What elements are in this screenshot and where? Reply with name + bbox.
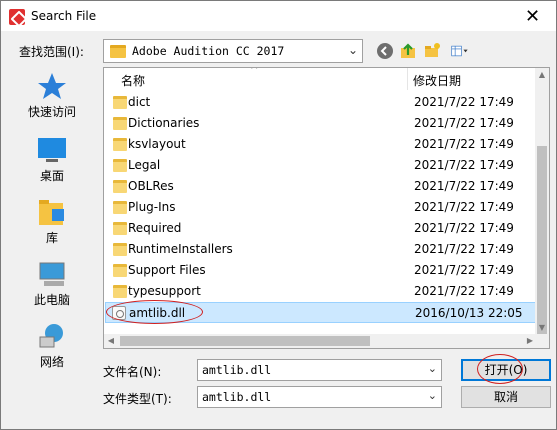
search-file-dialog: Search File ✕ 查找范围(I): Adobe Audition CC… <box>0 0 557 430</box>
chevron-down-icon[interactable]: ⌄ <box>428 362 437 375</box>
filename-value: amtlib.dll <box>202 363 272 377</box>
scroll-thumb[interactable] <box>537 146 547 334</box>
place-label: 网络 <box>39 355 64 369</box>
scroll-thumb[interactable] <box>120 336 370 346</box>
lookin-value: Adobe Audition CC 2017 <box>132 44 285 58</box>
place-quick-access[interactable]: 快速访问 <box>7 67 97 127</box>
title-bar: Search File ✕ <box>1 1 556 31</box>
list-item-selected[interactable]: amtlib.dll 2016/10/13 22:05 <box>105 302 537 323</box>
place-network[interactable]: 网络 <box>7 317 97 377</box>
vertical-scrollbar[interactable]: ▲ ▼ <box>535 68 549 335</box>
filename-field[interactable]: amtlib.dll ⌄ <box>197 359 442 381</box>
folder-icon <box>113 222 127 235</box>
filename-label: 文件名(N): <box>103 365 162 379</box>
list-item[interactable]: Plug-Ins 2021/7/22 17:49 <box>105 197 537 218</box>
column-name-header[interactable]: 名称 <box>121 72 145 89</box>
list-item[interactable]: dict 2021/7/22 17:49 <box>105 92 537 113</box>
filetype-select[interactable]: amtlib.dll ⌄ <box>197 386 442 408</box>
place-label: 库 <box>45 231 58 245</box>
column-divider[interactable] <box>407 68 408 90</box>
horizontal-scrollbar[interactable]: ◀ ▶ <box>104 334 537 348</box>
list-header: ^ 名称 修改日期 <box>104 68 537 90</box>
list-item[interactable]: Dictionaries 2021/7/22 17:49 <box>105 113 537 134</box>
folder-icon <box>113 117 127 130</box>
computer-icon <box>36 259 68 289</box>
column-date-header[interactable]: 修改日期 <box>413 72 461 89</box>
folder-icon <box>113 201 127 214</box>
dll-file-icon <box>112 306 126 320</box>
chevron-down-icon: ⌄ <box>347 43 358 57</box>
list-item[interactable]: OBLRes 2021/7/22 17:49 <box>105 176 537 197</box>
folder-icon <box>113 264 127 277</box>
scroll-up-icon[interactable]: ▲ <box>535 68 549 82</box>
folder-icon <box>113 96 127 109</box>
desktop-icon <box>36 135 68 165</box>
folder-icon <box>113 285 127 298</box>
list-item[interactable]: Legal 2021/7/22 17:49 <box>105 155 537 176</box>
filetype-value: amtlib.dll <box>202 390 272 404</box>
view-menu-icon[interactable] <box>447 41 473 61</box>
place-desktop[interactable]: 桌面 <box>7 131 97 191</box>
folder-icon <box>110 45 126 58</box>
folder-icon <box>113 138 127 151</box>
place-label: 此电脑 <box>33 293 70 307</box>
scroll-corner <box>535 334 549 348</box>
open-button[interactable]: 打开(O) <box>461 359 551 381</box>
place-label: 快速访问 <box>27 105 76 119</box>
folder-icon <box>113 243 127 256</box>
scroll-down-icon[interactable]: ▼ <box>535 321 549 335</box>
star-icon <box>36 71 68 101</box>
close-button[interactable]: ✕ <box>510 2 555 30</box>
app-icon <box>9 9 25 25</box>
network-icon <box>36 321 68 351</box>
list-item[interactable]: RuntimeInstallers 2021/7/22 17:49 <box>105 239 537 260</box>
back-icon[interactable] <box>375 41 395 61</box>
filetype-label: 文件类型(T): <box>103 392 172 406</box>
list-item[interactable]: Required 2021/7/22 17:49 <box>105 218 537 239</box>
place-this-pc[interactable]: 此电脑 <box>7 255 97 315</box>
list-item[interactable]: Support Files 2021/7/22 17:49 <box>105 260 537 281</box>
places-bar: 快速访问 桌面 库 此电脑 网络 <box>7 67 97 407</box>
folder-icon <box>113 159 127 172</box>
file-list[interactable]: ^ 名称 修改日期 dict 2021/7/22 17:49 Dictionar… <box>103 67 550 349</box>
lookin-label: 查找范围(I): <box>19 45 84 59</box>
lookin-dropdown[interactable]: Adobe Audition CC 2017 ⌄ <box>103 39 363 63</box>
up-folder-icon[interactable] <box>398 41 418 61</box>
new-folder-icon[interactable] <box>422 41 442 61</box>
chevron-down-icon: ⌄ <box>427 389 437 402</box>
scroll-left-icon[interactable]: ◀ <box>104 334 118 348</box>
place-library[interactable]: 库 <box>7 193 97 253</box>
window-title: Search File <box>31 9 97 23</box>
list-item[interactable]: typesupport 2021/7/22 17:49 <box>105 281 537 302</box>
cancel-button[interactable]: 取消 <box>461 386 551 408</box>
folder-icon <box>113 180 127 193</box>
list-item[interactable]: ksvlayout 2021/7/22 17:49 <box>105 134 537 155</box>
sort-arrow-icon: ^ <box>250 67 259 76</box>
library-icon <box>36 197 68 227</box>
place-label: 桌面 <box>39 169 64 183</box>
